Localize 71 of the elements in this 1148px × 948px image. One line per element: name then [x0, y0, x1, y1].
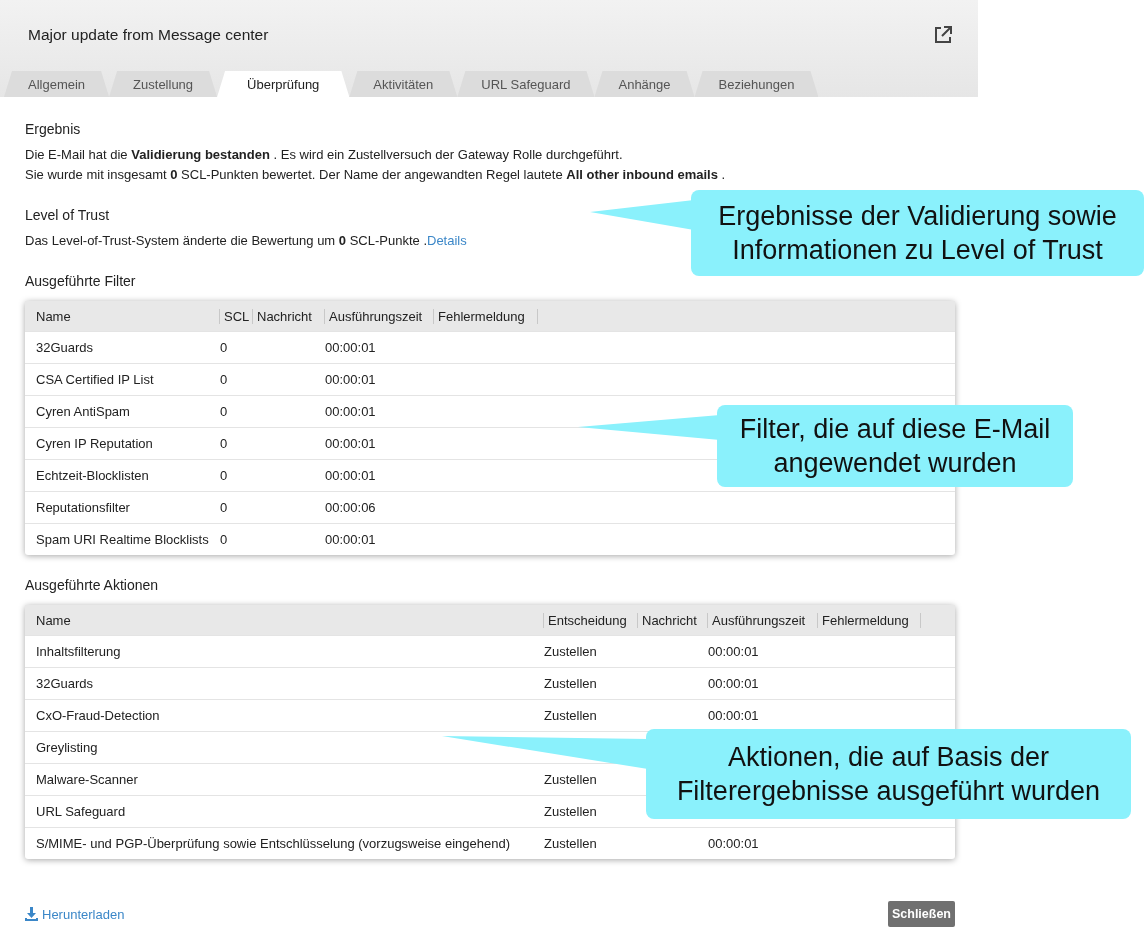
tab[interactable]: Anhänge [594, 71, 695, 97]
tab[interactable]: Beziehungen [694, 71, 819, 97]
result-text: Die E-Mail hat die Validierung bestanden . Es wird ein Zustellversuch der Gateway Rolle durchgeführt. [25, 146, 623, 164]
table-cell-text: 0 [220, 372, 229, 387]
table-cell-text: S/MIME- und PGP-Überprüfung sowie Entschlüsselung (vorzugsweise eingehend) [36, 836, 511, 851]
window-title: Major update from Message center [28, 26, 269, 44]
column-header[interactable]: Fehlermeldung [434, 308, 538, 324]
tab[interactable]: Allgemein [4, 71, 110, 97]
table-cell-text: 0 [220, 436, 229, 451]
column-header[interactable]: Ausführungszeit [708, 612, 818, 628]
table-cell-text: Echtzeit-Blocklisten [36, 468, 150, 483]
table-cell-text: Zustellen [544, 676, 598, 691]
column-header[interactable]: Nachricht [638, 612, 708, 628]
table-cell-text: 00:00:01 [708, 708, 760, 723]
callout: Ergebnisse der Validierung sowie Informationen zu Level of Trust [691, 190, 1144, 276]
tab[interactable]: Überprüfung [217, 71, 350, 97]
table-cell-text: Spam URI Realtime Blocklists [36, 532, 210, 547]
column-header[interactable]: Name [36, 612, 544, 628]
table-cell-text: URL Safeguard [36, 804, 127, 819]
tab[interactable]: URL Safeguard [457, 71, 595, 97]
table-cell-text: 32Guards [36, 340, 95, 355]
close-button[interactable]: Schließen [887, 901, 955, 927]
table-cell-text: 0 [220, 340, 229, 355]
tab[interactable]: Aktivitäten [349, 71, 458, 97]
table-cell-text: Greylisting [36, 740, 99, 755]
section-heading: Ergebnis [25, 121, 81, 137]
table-cell-text: Cyren IP Reputation [36, 436, 154, 451]
table-cell-text: 0 [220, 468, 229, 483]
table-cell-text: Malware-Scanner [36, 772, 139, 787]
callout: Aktionen, die auf Basis der Filterergebnisse ausgeführt wurden [646, 729, 1131, 819]
external-link-icon[interactable] [934, 26, 952, 44]
section-heading: Level of Trust [25, 207, 110, 223]
table-cell-text: Zustellen [544, 772, 598, 787]
section-heading: Ausgeführte Filter [25, 273, 136, 289]
result-text: Sie wurde mit insgesamt 0 SCL-Punkten bewertet. Der Name der angewandten Regel lautete All other inbound emails . [25, 166, 726, 184]
section-heading: Ausgeführte Aktionen [25, 577, 159, 593]
column-header[interactable]: Entscheidung [544, 612, 638, 628]
table-cell-text: 00:00:01 [325, 372, 377, 387]
table-cell-text: 00:00:01 [708, 644, 760, 659]
table-cell-text: Zustellen [544, 836, 598, 851]
trust-text: Das Level-of-Trust-System änderte die Bewertung um 0 SCL-Punkte . [25, 233, 427, 248]
table-cell-text: 00:00:01 [708, 676, 760, 691]
table-cell-text: 00:00:01 [708, 836, 760, 851]
table-cell-text: Zustellen [544, 644, 598, 659]
table-cell-text: 00:00:01 [325, 532, 377, 547]
table-cell-text: CSA Certified IP List [36, 372, 155, 387]
table-cell-text: 0 [220, 532, 229, 547]
table-cell-text: 0 [220, 404, 229, 419]
table-cell-text: 00:00:01 [325, 468, 377, 483]
tab[interactable]: Zustellung [109, 71, 218, 97]
table-cell-text: 00:00:01 [325, 404, 377, 419]
table-cell-text: Inhaltsfilterung [36, 644, 122, 659]
download-icon [25, 907, 38, 921]
table-cell-text: 00:00:01 [325, 436, 377, 451]
table-cell-text: 32Guards [36, 676, 95, 691]
callout: Filter, die auf diese E-Mail angewendet wurden [717, 405, 1073, 487]
table-cell-text: 0 [220, 500, 229, 515]
download-link[interactable]: Herunterladen [25, 906, 125, 922]
table-cell-text: 00:00:06 [325, 500, 377, 515]
column-header[interactable]: SCL [220, 308, 253, 324]
column-header[interactable]: Name [36, 308, 220, 324]
table-cell-text: Zustellen [544, 804, 598, 819]
table-cell-text: Cyren AntiSpam [36, 404, 131, 419]
column-header[interactable]: Ausführungszeit [325, 308, 434, 324]
table-cell-text: 00:00:01 [325, 340, 377, 355]
column-header[interactable]: Nachricht [253, 308, 325, 324]
table-cell-text: Reputationsfilter [36, 500, 131, 515]
table-cell-text: CxO-Fraud-Detection [36, 708, 161, 723]
table-cell-text: Zustellen [544, 708, 598, 723]
column-header[interactable]: Fehlermeldung [818, 612, 921, 628]
details-link[interactable]: Details [427, 233, 467, 248]
